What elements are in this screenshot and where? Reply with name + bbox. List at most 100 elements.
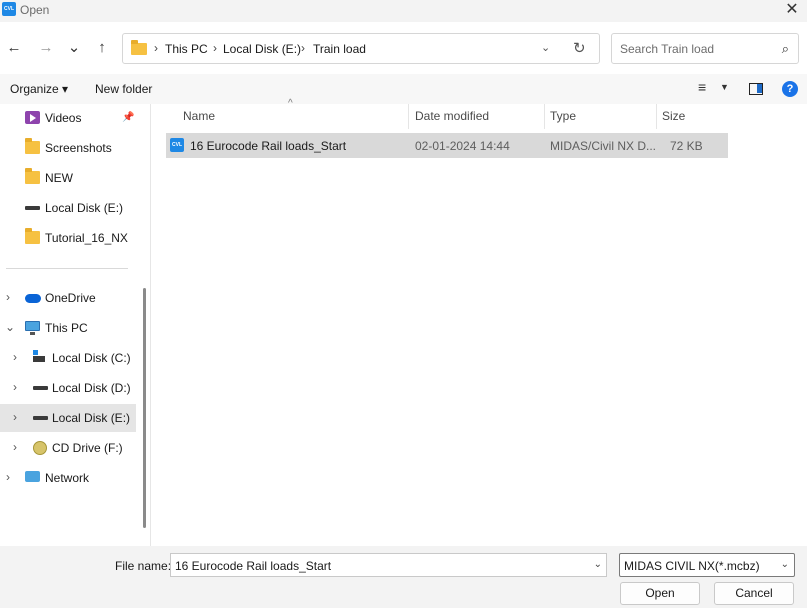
pane-divider	[150, 104, 151, 546]
breadcrumb-local-disk-e[interactable]: Local Disk (E:)	[223, 42, 301, 56]
sidebar-item-label: NEW	[45, 171, 73, 185]
expand-chevron-icon[interactable]: ›	[6, 290, 10, 304]
sidebar-item-label: Local Disk (D:)	[52, 381, 131, 395]
sidebar-item-local-disk-e[interactable]: › Local Disk (E:)	[0, 404, 136, 432]
sidebar-item-label: Tutorial_16_NX	[45, 231, 128, 245]
sidebar-item-label: Local Disk (C:)	[52, 351, 131, 365]
cancel-button[interactable]: Cancel	[714, 582, 794, 605]
refresh-icon[interactable]: ↻	[573, 39, 586, 57]
sidebar-item-cd-drive-f[interactable]: › CD Drive (F:)	[0, 434, 136, 462]
file-name-value: 16 Eurocode Rail loads_Start	[175, 559, 332, 573]
videos-icon	[25, 111, 40, 124]
forward-arrow-icon[interactable]: →	[36, 37, 56, 59]
file-date: 02-01-2024 14:44	[415, 139, 510, 153]
sidebar-item-this-pc[interactable]: ⌄ This PC	[0, 314, 136, 342]
dialog-footer: File name: 16 Eurocode Rail loads_Start …	[0, 546, 807, 608]
column-header-type[interactable]: Type	[550, 109, 576, 131]
sidebar-item-local-disk-e-quick[interactable]: Local Disk (E:)	[0, 194, 136, 222]
sidebar-item-network[interactable]: › Network	[0, 464, 136, 492]
up-arrow-icon[interactable]: ↑	[92, 37, 112, 59]
drive-icon	[33, 386, 48, 390]
sidebar-item-tutorial-16-nx[interactable]: Tutorial_16_NX	[0, 224, 136, 252]
expand-chevron-icon[interactable]: ›	[13, 410, 17, 424]
preview-pane-icon[interactable]	[749, 83, 763, 95]
expand-chevron-icon[interactable]: ›	[13, 440, 17, 454]
address-dropdown-icon[interactable]: ⌄	[541, 41, 550, 54]
sidebar-item-label: OneDrive	[45, 291, 96, 305]
column-header-name[interactable]: Name	[183, 109, 215, 131]
sidebar-item-local-disk-d[interactable]: › Local Disk (D:)	[0, 374, 136, 402]
column-header-size[interactable]: Size	[662, 109, 685, 131]
column-divider[interactable]	[656, 104, 657, 129]
file-type: MIDAS/Civil NX D...	[550, 139, 657, 153]
navigation-pane: Videos 📌 Screenshots NEW Local Disk (E:)…	[0, 104, 150, 546]
column-divider[interactable]	[408, 104, 409, 129]
folder-icon	[131, 40, 147, 55]
help-icon[interactable]: ?	[782, 81, 798, 97]
sidebar-divider	[6, 268, 128, 269]
file-type-value: MIDAS CIVIL NX(*.mcbz)	[624, 559, 760, 573]
windows-drive-icon	[33, 350, 45, 362]
expand-chevron-icon[interactable]: ›	[6, 470, 10, 484]
sidebar-item-local-disk-c[interactable]: › Local Disk (C:)	[0, 344, 136, 372]
column-divider[interactable]	[544, 104, 545, 129]
breadcrumb-this-pc[interactable]: This PC	[165, 42, 208, 56]
file-name-label: File name:	[115, 559, 172, 573]
view-dropdown-icon[interactable]: ▼	[720, 82, 729, 92]
sidebar-item-label: Screenshots	[45, 141, 112, 155]
organize-button[interactable]: Organize ▾	[10, 82, 68, 96]
sidebar-item-label: CD Drive (F:)	[52, 441, 123, 455]
search-icon[interactable]: ⌕	[782, 41, 789, 57]
computer-icon	[25, 321, 40, 335]
sidebar-scrollbar[interactable]	[143, 288, 146, 528]
breadcrumb-train-load[interactable]: Train load	[313, 42, 366, 56]
sidebar-item-screenshots[interactable]: Screenshots	[0, 134, 136, 162]
app-icon: CVL	[2, 2, 16, 16]
search-input[interactable]: Search Train load ⌕	[611, 33, 799, 64]
sidebar-item-new[interactable]: NEW	[0, 164, 136, 192]
expand-chevron-icon[interactable]: ›	[13, 350, 17, 364]
recent-locations-chevron-icon[interactable]: ⌄	[64, 37, 84, 59]
open-button[interactable]: Open	[620, 582, 700, 605]
address-bar[interactable]: › This PC › Local Disk (E:) › Train load…	[122, 33, 600, 64]
cloud-icon	[25, 294, 41, 303]
breadcrumb-separator-icon: ›	[213, 41, 217, 55]
sidebar-item-videos[interactable]: Videos 📌	[0, 104, 136, 132]
folder-icon	[25, 168, 40, 184]
chevron-down-icon[interactable]: ⌄	[594, 559, 602, 570]
cd-drive-icon	[33, 441, 47, 455]
folder-icon	[25, 138, 40, 154]
view-options-icon[interactable]: ≡	[698, 79, 706, 95]
sidebar-item-onedrive[interactable]: › OneDrive	[0, 284, 136, 312]
network-icon	[25, 471, 40, 482]
expand-chevron-icon[interactable]: ›	[13, 380, 17, 394]
folder-icon	[25, 228, 40, 244]
title-bar: CVL Open ✕	[0, 0, 807, 22]
close-icon[interactable]: ✕	[783, 1, 801, 19]
breadcrumb-separator-icon: ›	[154, 41, 158, 55]
collapse-chevron-icon[interactable]: ⌄	[5, 320, 15, 334]
file-name: 16 Eurocode Rail loads_Start	[190, 139, 347, 153]
search-placeholder: Search Train load	[620, 42, 715, 56]
pin-icon[interactable]: 📌	[122, 112, 134, 123]
chevron-down-icon[interactable]: ⌄	[781, 559, 789, 570]
back-arrow-icon[interactable]: ←	[4, 37, 24, 59]
drive-icon	[25, 206, 40, 210]
sidebar-item-label: This PC	[45, 321, 88, 335]
window-title: Open	[20, 3, 50, 17]
table-row[interactable]: CVL 16 Eurocode Rail loads_Start 02-01-2…	[166, 133, 728, 158]
file-list: ^ Name Date modified Type Size CVL 16 Eu…	[150, 98, 807, 546]
file-size: 72 KB	[670, 139, 703, 153]
file-type-select[interactable]: MIDAS CIVIL NX(*.mcbz) ⌄	[619, 553, 795, 577]
sidebar-item-label: Local Disk (E:)	[45, 201, 124, 215]
sidebar-item-label: Local Disk (E:)	[52, 411, 131, 425]
file-name-input[interactable]: 16 Eurocode Rail loads_Start ⌄	[170, 553, 607, 577]
column-header-date-modified[interactable]: Date modified	[415, 109, 489, 131]
navigation-bar: ← → ⌄ ↑ › This PC › Local Disk (E:) › Tr…	[0, 22, 807, 74]
new-folder-button[interactable]: New folder	[95, 82, 152, 96]
command-toolbar: Organize ▾ New folder ≡ ▼ ?	[0, 74, 807, 104]
sidebar-item-label: Network	[45, 471, 90, 485]
sort-ascending-icon: ^	[288, 98, 293, 109]
breadcrumb-separator-icon: ›	[301, 41, 305, 55]
midas-file-icon: CVL	[170, 138, 184, 152]
